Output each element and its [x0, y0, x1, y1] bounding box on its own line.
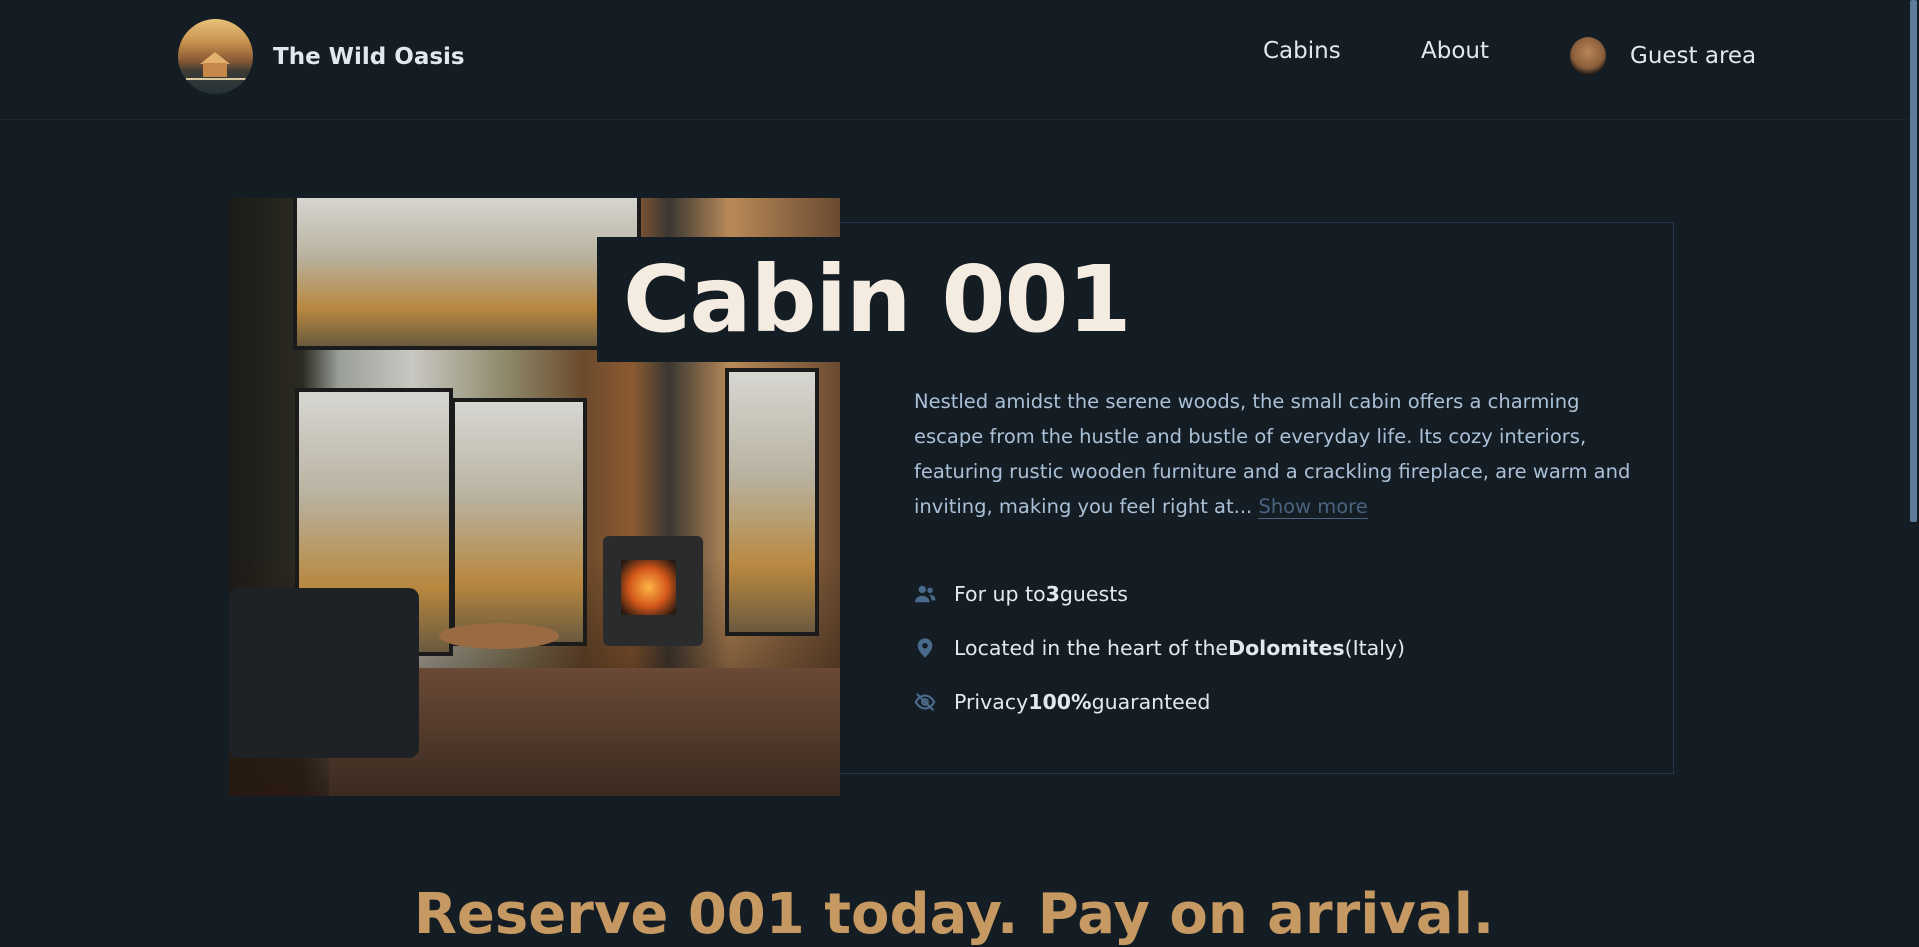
feature-location: Located in the heart of the Dolomites (I… [914, 630, 1405, 666]
guests-count: 3 [1045, 582, 1060, 606]
scrollbar-thumb[interactable] [1910, 0, 1917, 522]
location-name: Dolomites [1228, 636, 1345, 660]
nav-guest-area[interactable]: Guest area [1570, 37, 1756, 75]
logo-link[interactable]: The Wild Oasis [178, 19, 465, 94]
site-header: The Wild Oasis Cabins About Guest area [0, 0, 1908, 120]
feature-privacy: Privacy 100% guaranteed [914, 684, 1405, 720]
logo-text: The Wild Oasis [273, 43, 465, 70]
title-band: Cabin 001 [597, 237, 1157, 362]
cabin-title: Cabin 001 [623, 246, 1132, 353]
scrollbar[interactable] [1908, 0, 1919, 903]
map-pin-icon [917, 638, 933, 658]
nav-cabins[interactable]: Cabins [1263, 38, 1341, 64]
nav-about[interactable]: About [1421, 38, 1489, 64]
users-icon [914, 585, 936, 603]
user-avatar [1570, 37, 1606, 75]
logo-image [178, 19, 253, 94]
cabin-description: Nestled amidst the serene woods, the sma… [914, 384, 1634, 524]
eye-slash-icon [914, 692, 936, 712]
nav-guest-area-label[interactable]: Guest area [1630, 43, 1756, 69]
show-more-button[interactable]: Show more [1258, 495, 1368, 519]
feature-guests: For up to 3 guests [914, 576, 1405, 612]
cabin-features: For up to 3 guests Located in the heart … [914, 576, 1405, 738]
privacy-value: 100% [1028, 690, 1092, 714]
reserve-heading: Reserve 001 today. Pay on arrival. [413, 882, 1495, 947]
